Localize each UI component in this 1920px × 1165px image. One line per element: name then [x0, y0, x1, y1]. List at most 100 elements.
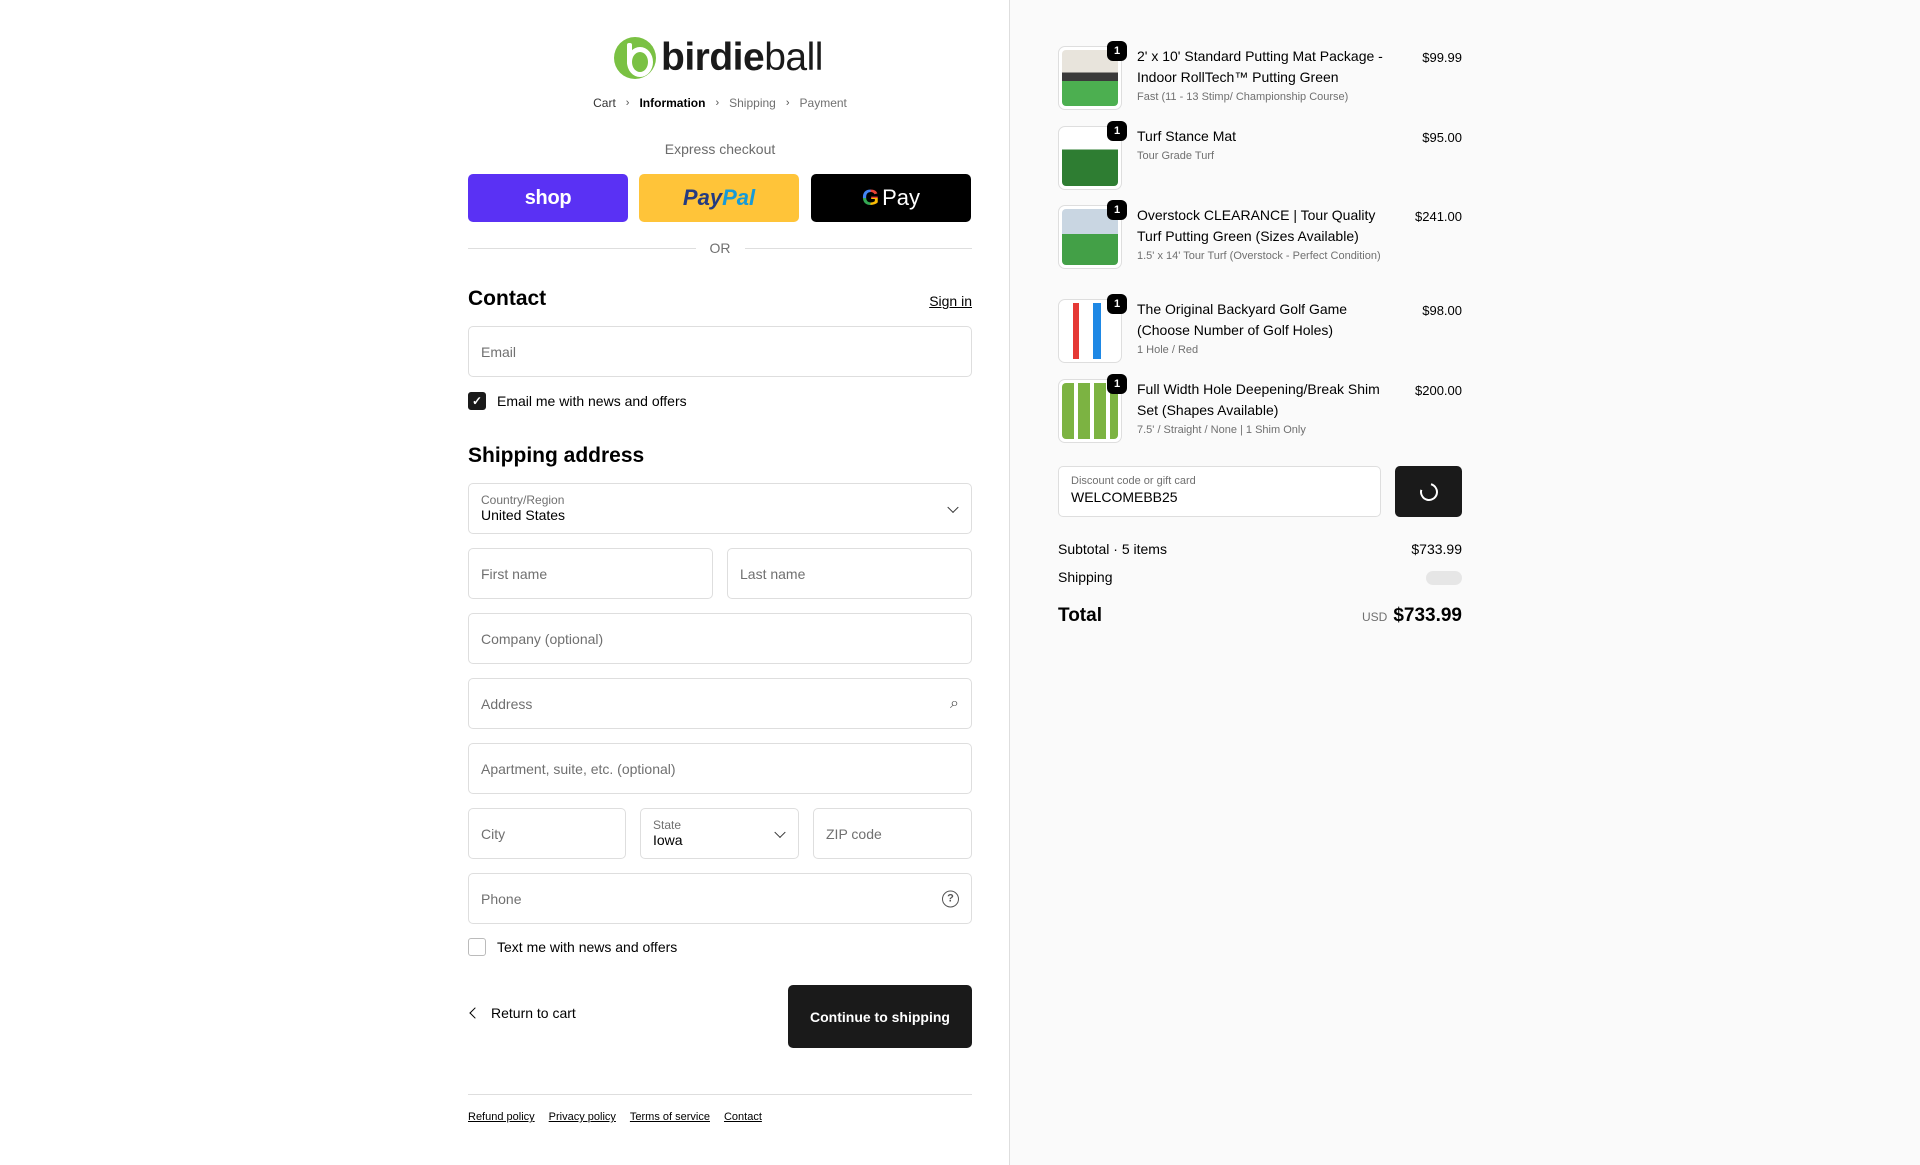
loading-spinner-icon	[1416, 479, 1441, 504]
breadcrumb: Cart › Information › Shipping › Payment	[468, 96, 972, 110]
sms-news-checkbox[interactable]: Text me with news and offers	[468, 938, 677, 956]
item-name: The Original Backyard Golf Game (Choose …	[1137, 301, 1348, 338]
paypal-button[interactable]: Pay Pal	[639, 174, 799, 222]
product-thumbnail: 1	[1058, 121, 1127, 190]
item-variant: 1 Hole / Red	[1137, 344, 1199, 356]
item-price: $200.00	[1415, 383, 1462, 398]
sign-in-link[interactable]: Sign in	[929, 293, 972, 309]
sms-news-label: Text me with news and offers	[497, 939, 678, 955]
quantity-badge: 1	[1107, 200, 1127, 220]
shop-pay-label: shop	[524, 186, 572, 209]
apply-discount-button[interactable]	[1395, 466, 1462, 517]
footer-divider	[468, 1094, 972, 1095]
item-name: Turf Stance Mat	[1137, 128, 1237, 144]
search-icon: ⌕	[950, 694, 959, 712]
google-pay-button[interactable]: G Pay	[811, 174, 971, 222]
product-thumbnail: 1	[1058, 374, 1127, 443]
google-pay-label: Pay	[882, 185, 921, 210]
email-news-label: Email me with news and offers	[497, 393, 687, 409]
line-item: 1 2' x 10' Standard Putting Mat Package …	[1058, 41, 1462, 110]
item-variant: 7.5' / Straight / None | 1 Shim Only	[1137, 424, 1306, 436]
subtotal-row: Subtotal · 5 items $733.99	[1058, 541, 1462, 557]
item-variant: 1.5' x 14' Tour Turf (Overstock - Perfec…	[1137, 250, 1381, 262]
refund-policy-link[interactable]: Refund policy	[468, 1111, 535, 1123]
chevron-down-icon	[947, 501, 959, 513]
product-thumbnail: 1	[1058, 200, 1127, 269]
line-item: 1 Turf Stance Mat Tour Grade Turf $95.00	[1058, 121, 1462, 190]
item-variant: Tour Grade Turf	[1137, 150, 1215, 162]
product-thumbnail: 1	[1058, 41, 1127, 110]
shipping-row: Shipping	[1058, 569, 1462, 585]
breadcrumb-payment: Payment	[799, 96, 847, 110]
item-price: $95.00	[1422, 130, 1462, 145]
footer-links: Refund policy Privacy policy Terms of se…	[468, 1111, 762, 1123]
or-divider: OR	[468, 240, 972, 256]
checkout-form-panel: birdieball Cart › Information › Shipping…	[0, 0, 1009, 1165]
address-field[interactable]: Address ⌕	[468, 678, 972, 729]
quantity-badge: 1	[1107, 121, 1127, 141]
quantity-badge: 1	[1107, 41, 1127, 61]
discount-code-field[interactable]: Discount code or gift card WELCOMEBB25	[1058, 466, 1381, 517]
item-name: Full Width Hole Deepening/Break Shim Set…	[1137, 381, 1380, 418]
subtotal-label: Subtotal · 5 items	[1058, 541, 1167, 557]
quantity-badge: 1	[1107, 374, 1127, 394]
breadcrumb-information: Information	[639, 96, 706, 110]
item-variant: Fast (11 - 13 Stimp/ Championship Course…	[1137, 91, 1349, 103]
breadcrumb-cart[interactable]: Cart	[593, 96, 616, 110]
line-item: 1 Overstock CLEARANCE | Tour Quality Tur…	[1058, 200, 1462, 269]
phone-field[interactable]: Phone ?	[468, 873, 972, 924]
contact-heading: Contact	[468, 287, 547, 310]
country-select[interactable]: Country/Region United States	[468, 483, 972, 534]
logo-mark-icon	[614, 37, 656, 79]
express-checkout-label: Express checkout	[664, 141, 776, 157]
help-icon[interactable]: ?	[942, 890, 959, 907]
logo-wordmark: birdieball	[661, 36, 823, 79]
state-select[interactable]: State Iowa	[640, 808, 799, 859]
last-name-field[interactable]: Last name	[727, 548, 972, 599]
return-to-cart-label: Return to cart	[491, 1005, 576, 1021]
order-summary-panel: 1 2' x 10' Standard Putting Mat Package …	[1009, 0, 1920, 1165]
chevron-down-icon	[774, 826, 786, 838]
product-thumbnail: 1	[1058, 294, 1127, 363]
item-price: $98.00	[1422, 303, 1462, 318]
quantity-badge: 1	[1107, 294, 1127, 314]
shipping-address-heading: Shipping address	[468, 444, 645, 467]
paypal-label-b: Pal	[722, 185, 756, 210]
continue-to-shipping-button[interactable]: Continue to shipping	[788, 985, 972, 1048]
breadcrumb-shipping: Shipping	[729, 96, 776, 110]
checkmark-icon[interactable]: ✓	[468, 392, 486, 410]
line-item: 1 The Original Backyard Golf Game (Choos…	[1058, 294, 1462, 363]
subtotal-value: $733.99	[1411, 541, 1462, 557]
item-price: $241.00	[1415, 209, 1462, 224]
return-to-cart-link[interactable]: Return to cart	[468, 1005, 576, 1021]
google-g-icon: G	[861, 185, 880, 210]
shipping-value-placeholder	[1426, 571, 1462, 585]
line-item: 1 Full Width Hole Deepening/Break Shim S…	[1058, 374, 1462, 443]
company-field[interactable]: Company (optional)	[468, 613, 972, 664]
chevron-right-icon: ›	[715, 97, 720, 109]
birdieball-logo[interactable]: birdieball	[614, 34, 823, 82]
privacy-policy-link[interactable]: Privacy policy	[549, 1111, 616, 1123]
item-name: Overstock CLEARANCE | Tour Quality Turf …	[1137, 207, 1376, 244]
item-name: 2' x 10' Standard Putting Mat Package - …	[1137, 48, 1383, 85]
zip-field[interactable]: ZIP code	[813, 808, 972, 859]
total-label: Total	[1058, 605, 1102, 626]
shipping-label: Shipping	[1058, 569, 1113, 585]
email-news-checkbox[interactable]: ✓ Email me with news and offers	[468, 392, 687, 410]
apartment-field[interactable]: Apartment, suite, etc. (optional)	[468, 743, 972, 794]
chevron-right-icon: ›	[625, 97, 630, 109]
terms-of-service-link[interactable]: Terms of service	[630, 1111, 710, 1123]
item-price: $99.99	[1422, 50, 1462, 65]
checkbox-empty[interactable]	[468, 938, 486, 956]
shop-pay-button[interactable]: shop	[468, 174, 628, 222]
first-name-field[interactable]: First name	[468, 548, 713, 599]
paypal-label-a: Pay	[682, 185, 723, 210]
currency-code: USD	[1361, 610, 1388, 624]
total-amount: $733.99	[1393, 605, 1462, 626]
chevron-right-icon: ›	[785, 97, 790, 109]
city-field[interactable]: City	[468, 808, 626, 859]
email-field[interactable]: Email	[468, 326, 972, 377]
chevron-left-icon	[469, 1007, 481, 1019]
total-row: Total USD $733.99	[1058, 605, 1462, 627]
contact-link[interactable]: Contact	[724, 1111, 762, 1123]
